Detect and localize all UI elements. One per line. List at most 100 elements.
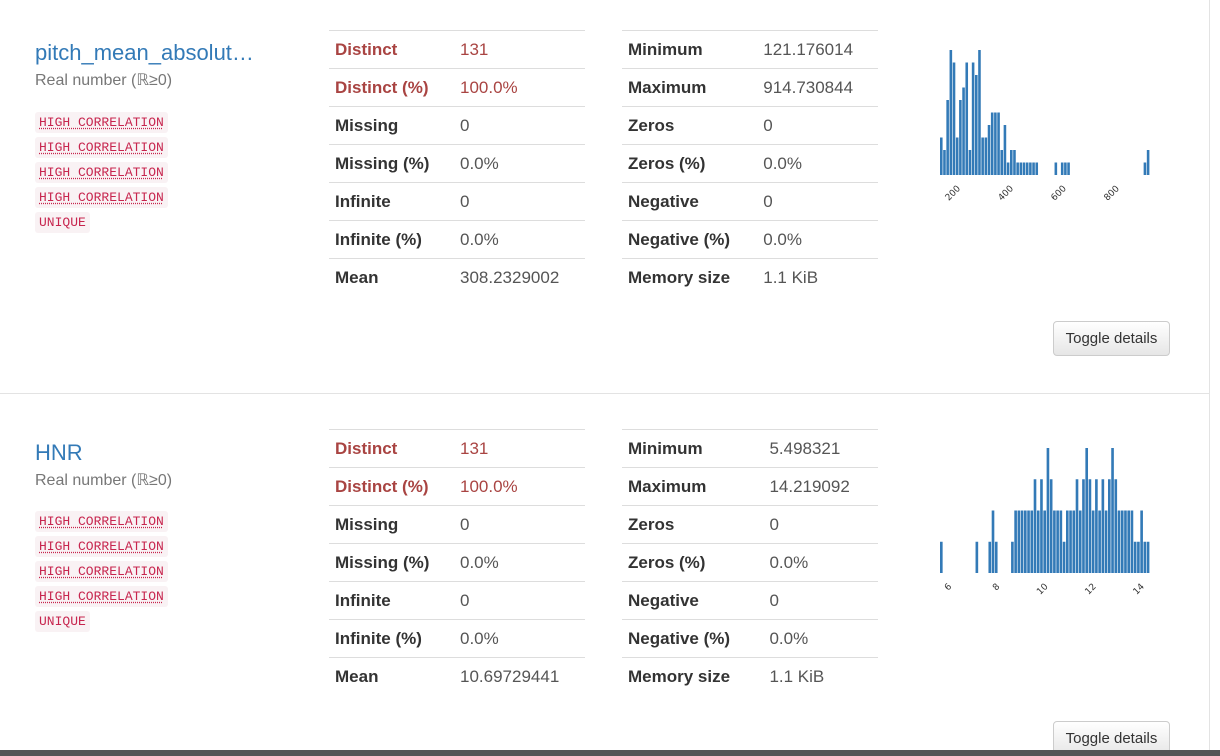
histogram-bar — [1127, 510, 1131, 573]
stat-value: 1.1 KiB — [763, 657, 878, 695]
stat-label: Mean — [329, 657, 454, 695]
histogram-bar — [1104, 510, 1108, 573]
stat-value: 1.1 KiB — [757, 258, 878, 296]
variable-panel: pitch_mean_absolut… Real number (ℝ≥0) HI… — [0, 0, 1210, 393]
stat-row-infinite: Infinite 0 — [329, 182, 585, 221]
stats-table-right: Minimum 5.498321 Maximum 14.219092 Zeros 0 … — [622, 429, 878, 695]
histogram-bar — [1013, 150, 1016, 175]
histogram-bar — [1030, 510, 1034, 573]
histogram-bar — [1078, 510, 1082, 573]
unique-badge: UNIQUE — [35, 212, 90, 233]
histogram-bar — [1066, 510, 1069, 573]
stat-row-distinct: Distinct 131 — [329, 429, 585, 468]
histogram-bar — [1140, 510, 1143, 573]
toggle-details-button[interactable]: Toggle details — [1053, 321, 1170, 356]
histogram-bar — [1032, 162, 1035, 175]
variable-name-link[interactable]: pitch_mean_absolut… — [35, 40, 254, 66]
high-correlation-badge[interactable]: HIGH CORRELATION — [35, 536, 168, 557]
stat-value: 0.0% — [454, 619, 585, 658]
high-correlation-badge[interactable]: HIGH CORRELATION — [35, 187, 168, 208]
x-tick-label: 8 — [991, 582, 1002, 593]
stat-label: Negative — [622, 182, 758, 221]
stat-label: Infinite — [329, 581, 454, 620]
x-tick-label: 400 — [997, 184, 1016, 203]
stat-label: Zeros — [622, 505, 764, 544]
histogram-bar — [962, 87, 965, 175]
stat-label: Distinct — [329, 30, 454, 69]
high-correlation-badge[interactable]: HIGH CORRELATION — [35, 561, 168, 582]
histogram-bar — [1029, 162, 1032, 175]
histogram-bar — [981, 137, 984, 175]
histogram-bar — [949, 50, 953, 175]
stat-label: Missing (%) — [329, 543, 454, 582]
variable-type: Real number (ℝ≥0) — [35, 72, 173, 89]
histogram-bar — [1019, 162, 1023, 175]
alert-badges: HIGH CORRELATION HIGH CORRELATION HIGH C… — [35, 511, 168, 636]
stat-label: Missing — [329, 106, 454, 145]
stat-row-minimum: Minimum 5.498321 — [622, 429, 878, 468]
histogram-bar — [1124, 510, 1127, 573]
stat-value: 0.0% — [763, 543, 878, 582]
x-tick-label: 6 — [943, 582, 954, 593]
high-correlation-badge[interactable]: HIGH CORRELATION — [35, 586, 168, 607]
histogram-chart: 6 8 10 12 14 — [940, 448, 1150, 597]
histogram-bar — [943, 150, 946, 175]
histogram-bar — [1053, 510, 1056, 573]
histogram-bar — [1085, 448, 1089, 573]
histogram-bar — [975, 75, 978, 175]
high-correlation-badge[interactable]: HIGH CORRELATION — [35, 162, 168, 183]
stat-value: 100.0% — [454, 467, 585, 506]
stat-value: 0 — [763, 581, 878, 620]
histogram-bar — [1000, 150, 1004, 175]
histogram-bar — [1064, 162, 1067, 175]
stat-row-infinite-pct: Infinite (%) 0.0% — [329, 220, 585, 259]
variable-name-link[interactable]: HNR — [35, 440, 83, 466]
histogram-bar — [1067, 162, 1070, 175]
histogram-bar — [994, 541, 998, 573]
stat-row-minimum: Minimum 121.176014 — [622, 30, 878, 69]
histogram-bar — [991, 510, 995, 573]
histogram-bar — [1054, 162, 1058, 175]
histogram-bar — [1003, 125, 1007, 175]
unique-badge: UNIQUE — [35, 611, 90, 632]
stat-row-distinct-pct: Distinct (%) 100.0% — [329, 68, 585, 107]
stat-label: Zeros — [622, 106, 758, 145]
x-tick-label: 12 — [1084, 582, 1099, 597]
stat-label: Infinite — [329, 182, 454, 221]
high-correlation-badge[interactable]: HIGH CORRELATION — [35, 137, 168, 158]
stat-row-memory: Memory size 1.1 KiB — [622, 258, 878, 296]
histogram-bar — [1108, 479, 1111, 573]
histogram-bar — [1006, 162, 1010, 175]
histogram-bar — [1011, 541, 1014, 573]
histogram-bar — [994, 112, 997, 175]
histogram-bar — [1017, 510, 1021, 573]
stat-label: Maximum — [622, 68, 758, 107]
histogram-bar — [946, 100, 949, 175]
histogram-bar — [1075, 479, 1079, 573]
histogram-bar — [1098, 510, 1101, 573]
stat-value: 0.0% — [763, 619, 878, 658]
stat-row-distinct-pct: Distinct (%) 100.0% — [329, 467, 585, 506]
histogram-bar — [959, 100, 962, 175]
stat-row-negative: Negative 0 — [622, 581, 878, 620]
stat-label: Negative (%) — [622, 619, 764, 658]
stat-row-missing-pct: Missing (%) 0.0% — [329, 144, 585, 183]
histogram-bar — [1022, 162, 1026, 175]
high-correlation-badge[interactable]: HIGH CORRELATION — [35, 511, 168, 532]
bottom-scrollbar-edge — [0, 750, 1220, 756]
histogram-bar — [975, 541, 979, 573]
histogram-bar — [984, 137, 988, 175]
stat-row-negative-pct: Negative (%) 0.0% — [622, 220, 878, 259]
histogram-bar — [1133, 541, 1137, 573]
histogram-bar — [940, 137, 943, 175]
histogram-bar — [971, 62, 975, 175]
histogram-bar — [1082, 479, 1085, 573]
stat-value: 308.2329002 — [454, 258, 585, 296]
stat-row-maximum: Maximum 914.730844 — [622, 68, 878, 107]
histogram-bar — [1146, 150, 1150, 175]
stats-table-left: Distinct 131 Distinct (%) 100.0% Missing 0 … — [329, 30, 585, 296]
stat-label: Minimum — [622, 30, 758, 69]
stat-value: 0.0% — [757, 220, 878, 259]
stat-label: Infinite (%) — [329, 619, 454, 658]
high-correlation-badge[interactable]: HIGH CORRELATION — [35, 112, 168, 133]
